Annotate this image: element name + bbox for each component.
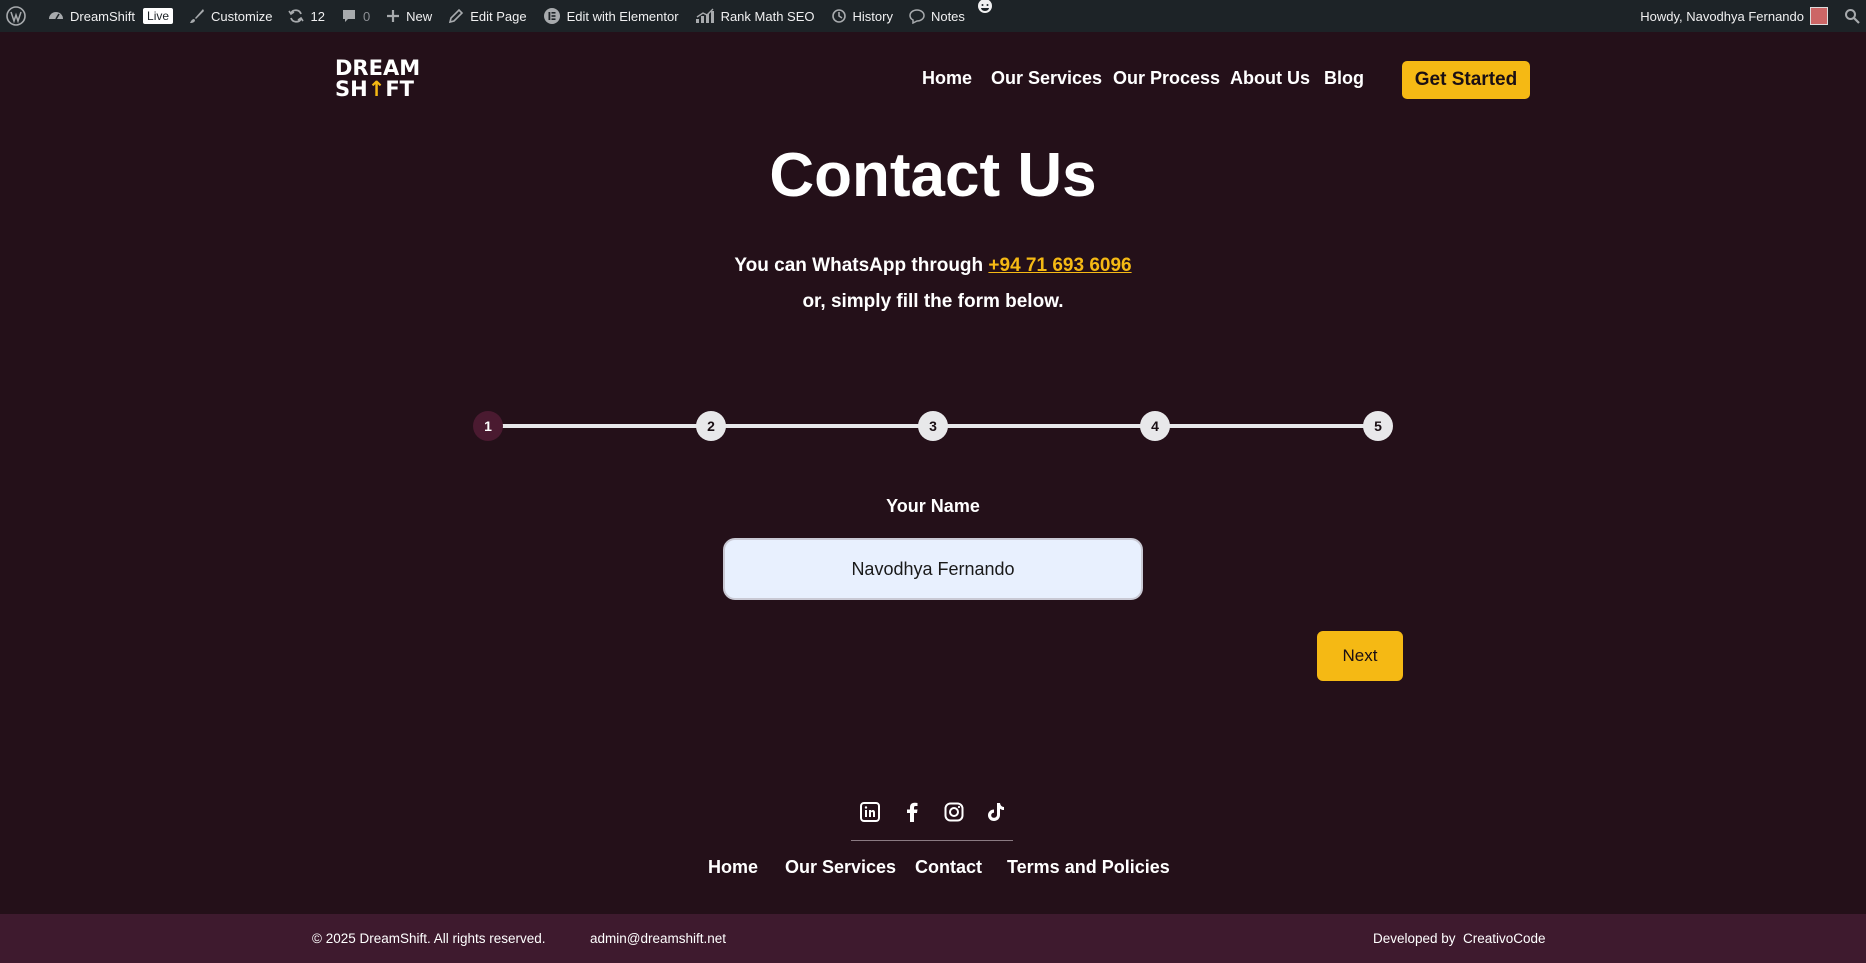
- nav-home[interactable]: Home: [922, 68, 972, 89]
- face-icon: [977, 0, 993, 16]
- form-intro: or, simply fill the form below.: [802, 291, 1064, 312]
- wordpress-logo-button[interactable]: [0, 0, 40, 32]
- footer-email-link[interactable]: admin@dreamshift.net: [590, 931, 726, 946]
- brush-icon: [189, 8, 205, 24]
- logo-line-2: SH↑FT: [335, 77, 414, 101]
- copyright-text: © 2025 DreamShift. All rights reserved.: [312, 931, 546, 946]
- footer-divider: [851, 840, 1013, 841]
- updates-icon: [288, 8, 305, 24]
- updates-count: 12: [310, 8, 325, 24]
- admin-search-button[interactable]: [1836, 0, 1866, 32]
- comments-link[interactable]: 0: [333, 0, 378, 32]
- nav-our-services[interactable]: Our Services: [991, 68, 1102, 89]
- rank-math-link[interactable]: Rank Math SEO: [687, 0, 823, 32]
- step-3[interactable]: 3: [918, 411, 948, 441]
- logo-line-2b: FT: [385, 77, 414, 101]
- name-input[interactable]: [723, 538, 1143, 600]
- next-button[interactable]: Next: [1317, 631, 1403, 681]
- history-label: History: [852, 8, 893, 24]
- edit-page-label: Edit Page: [470, 8, 527, 24]
- new-content-link[interactable]: New: [378, 0, 440, 32]
- history-icon: [831, 8, 847, 24]
- wordpress-icon: [6, 6, 26, 26]
- site-logo[interactable]: DREAM SH↑FT: [335, 58, 420, 102]
- customize-label: Customize: [211, 8, 273, 24]
- rank-math-label: Rank Math SEO: [720, 8, 815, 24]
- your-name-label: Your Name: [886, 496, 980, 516]
- footer-link-home[interactable]: Home: [708, 857, 758, 878]
- whatsapp-phone-link[interactable]: +94 71 693 6096: [988, 255, 1131, 276]
- site-name: DreamShift: [70, 8, 136, 24]
- plus-icon: [386, 9, 400, 23]
- rank-math-icon: [695, 8, 715, 24]
- elementor-icon: [543, 7, 561, 25]
- developed-by-label: Developed by: [1373, 931, 1456, 946]
- footer-link-our-services[interactable]: Our Services: [785, 857, 896, 878]
- logo-line-2a: SH: [335, 77, 368, 101]
- get-started-button[interactable]: Get Started: [1402, 61, 1530, 99]
- notes-label: Notes: [930, 8, 965, 24]
- nav-blog[interactable]: Blog: [1324, 68, 1364, 89]
- site-name-link[interactable]: DreamShift Live: [40, 0, 181, 32]
- my-account-link[interactable]: Howdy, Navodhya Fernando: [1632, 0, 1836, 32]
- search-icon: [1844, 8, 1860, 24]
- step-4[interactable]: 4: [1140, 411, 1170, 441]
- edit-page-link[interactable]: Edit Page: [440, 0, 534, 32]
- footer-link-terms[interactable]: Terms and Policies: [1007, 857, 1170, 878]
- page-title: Contact Us: [769, 141, 1097, 210]
- developer-link[interactable]: CreativoCode: [1463, 931, 1546, 946]
- new-label: New: [406, 8, 433, 24]
- history-link[interactable]: History: [823, 0, 901, 32]
- whatsapp-line: You can WhatsApp through +94 71 693 6096: [0, 255, 1866, 277]
- admin-bar-right: Howdy, Navodhya Fernando: [1632, 0, 1866, 32]
- nav-about-us[interactable]: About Us: [1230, 68, 1310, 89]
- step-2[interactable]: 2: [696, 411, 726, 441]
- instagram-icon[interactable]: [942, 800, 966, 824]
- comment-icon: [341, 8, 357, 24]
- comments-count: 0: [362, 8, 371, 24]
- linkedin-icon[interactable]: [858, 800, 882, 824]
- step-5[interactable]: 5: [1363, 411, 1393, 441]
- step-1[interactable]: 1: [473, 411, 503, 441]
- logo-arrow-icon: ↑: [367, 77, 386, 101]
- edit-elementor-link[interactable]: Edit with Elementor: [535, 0, 687, 32]
- footer-link-contact[interactable]: Contact: [915, 857, 982, 878]
- edit-elementor-label: Edit with Elementor: [566, 8, 679, 24]
- whatsapp-prefix: You can WhatsApp through: [734, 255, 989, 276]
- howdy-label: Howdy, Navodhya Fernando: [1640, 8, 1804, 24]
- customize-link[interactable]: Customize: [181, 0, 280, 32]
- updates-link[interactable]: 12: [280, 0, 332, 32]
- dashboard-icon: [48, 8, 64, 24]
- pencil-icon: [448, 8, 464, 24]
- emoji-button[interactable]: [973, 0, 997, 16]
- facebook-icon[interactable]: [900, 800, 924, 824]
- avatar: [1810, 7, 1828, 25]
- tiktok-icon[interactable]: [984, 800, 1008, 824]
- nav-our-process[interactable]: Our Process: [1113, 68, 1220, 89]
- speech-bubble-icon: [909, 8, 925, 24]
- live-badge: Live: [143, 8, 174, 24]
- notes-link[interactable]: Notes: [901, 0, 973, 32]
- footer-bottom-bar: © 2025 DreamShift. All rights reserved. …: [0, 914, 1866, 963]
- wp-admin-bar: DreamShift Live Customize 12 0 New Edit …: [0, 0, 1866, 32]
